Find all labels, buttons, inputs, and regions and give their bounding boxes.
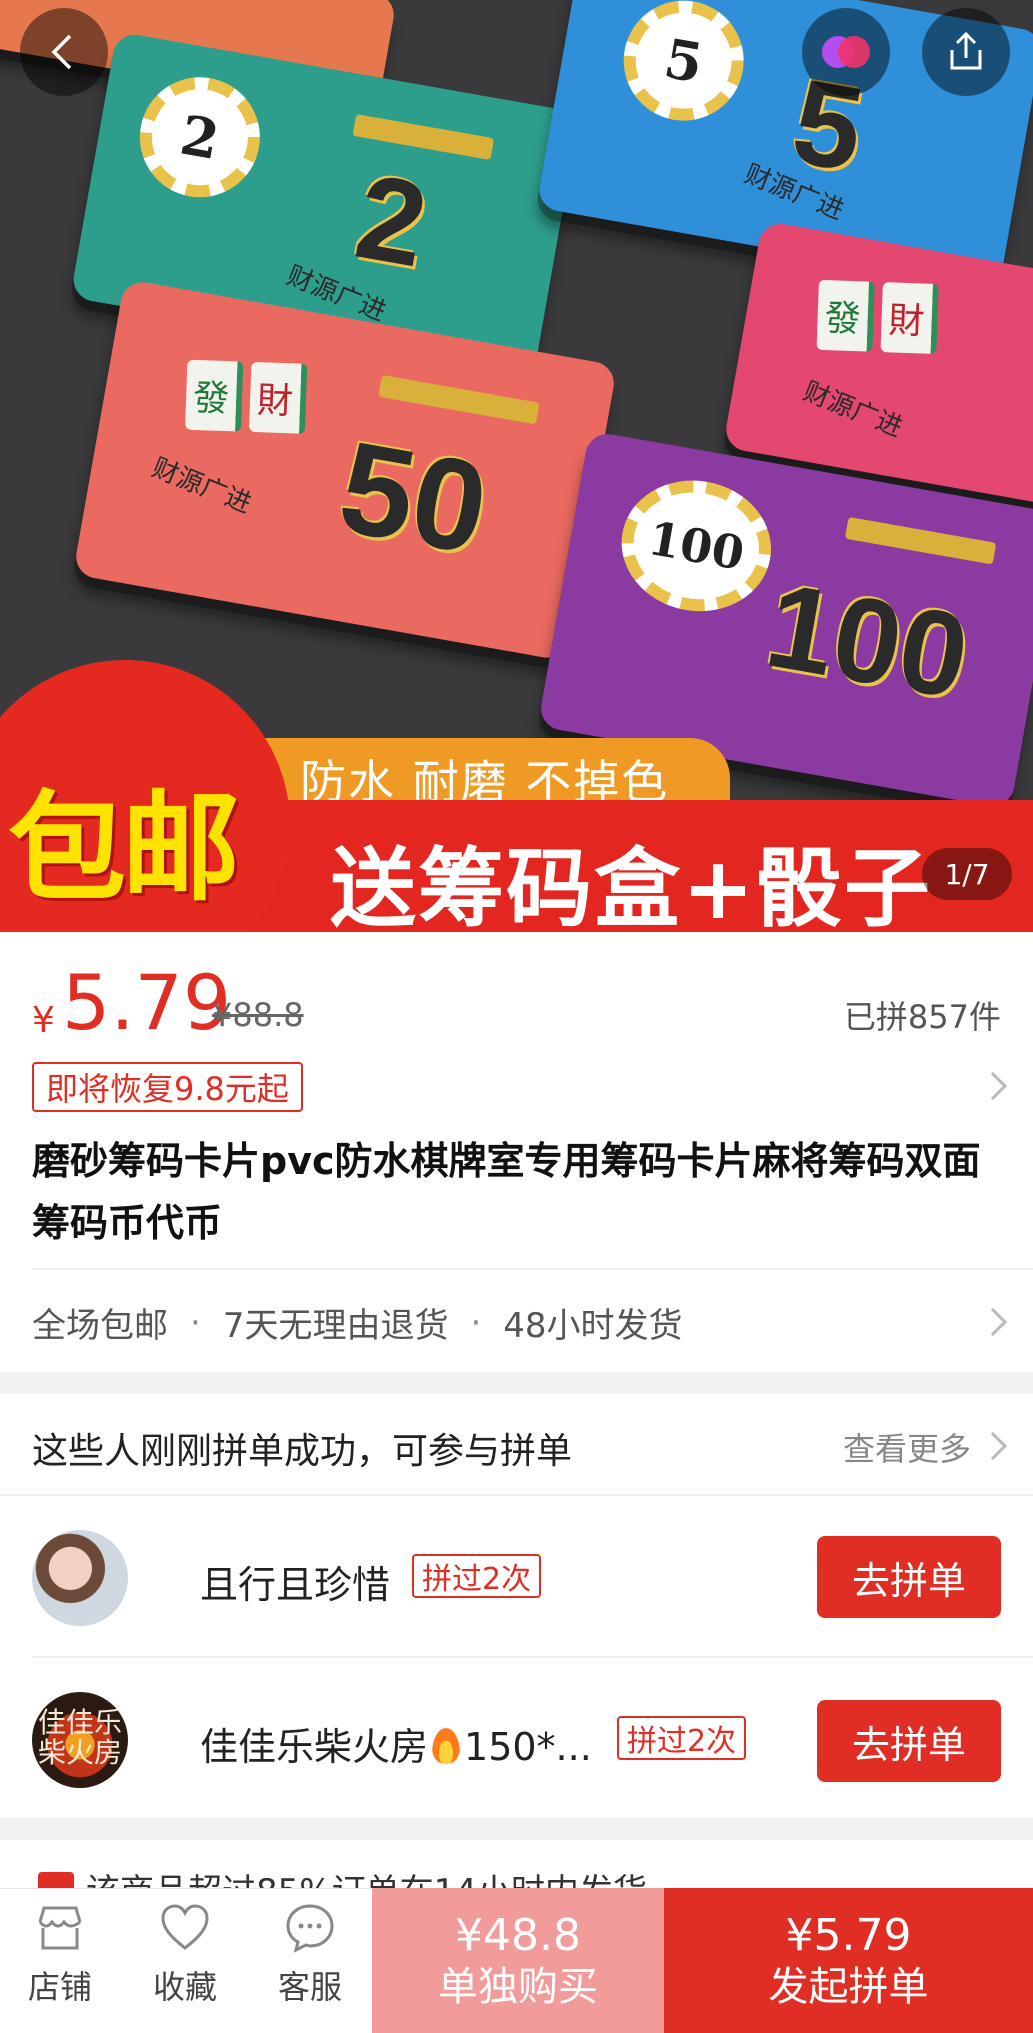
back-button[interactable] <box>20 8 108 96</box>
favorite-label: 收藏 <box>152 1968 217 2006</box>
mahjong-tile: 財 <box>880 282 939 354</box>
divider <box>0 1494 1033 1496</box>
buy-alone-label: 单独购买 <box>438 1963 598 2010</box>
back-arrow-icon <box>51 34 72 70</box>
favorite-button[interactable]: 收藏 <box>130 1900 240 2020</box>
service-separator: · <box>470 1302 482 1343</box>
join-group-button[interactable]: 去拼单 <box>817 1700 1001 1782</box>
join-group-button[interactable]: 去拼单 <box>817 1536 1001 1618</box>
share-icon <box>950 31 982 70</box>
chip-token-5: 5 <box>614 0 754 131</box>
divider <box>32 1268 1033 1270</box>
crown-decoration <box>844 516 997 565</box>
group-buy-label: 发起拼单 <box>768 1963 929 2010</box>
see-more-link[interactable]: 查看更多 <box>843 1424 971 1470</box>
chip-token-2: 2 <box>130 67 270 207</box>
card-value-2: 2 <box>347 149 437 293</box>
mahjong-tile: 財 <box>248 361 308 434</box>
crown-decoration <box>378 374 540 425</box>
group-member-name: 且行且珍惜 <box>200 1563 391 1607</box>
card-slogan: 财源广进 <box>147 452 256 520</box>
group-count-tag: 拼过2次 <box>617 1716 747 1760</box>
store-icon <box>38 1906 82 1950</box>
service-item: 全场包邮 <box>32 1306 168 1346</box>
service-guarantees[interactable]: 全场包邮 · 7天无理由退货 · 48小时发货 <box>32 1298 683 1347</box>
banner-main-text: 送筹码盒+骰子 <box>330 839 933 932</box>
image-counter: 1/7 <box>922 848 1012 900</box>
service-separator: · <box>190 1302 201 1343</box>
store-button[interactable]: 店铺 <box>5 1900 115 2020</box>
mahjong-tile: 發 <box>185 359 244 432</box>
service-item: 48小时发货 <box>503 1306 683 1346</box>
price-restore-tag[interactable]: 即将恢复9.8元起 <box>32 1062 303 1112</box>
buy-alone-button[interactable]: ¥48.8 单独购买 <box>372 1888 664 2033</box>
fire-icon <box>432 1728 461 1764</box>
service-item: 7天无理由退货 <box>222 1306 449 1346</box>
card-value-50: 50 <box>329 412 498 582</box>
share-button[interactable] <box>922 8 1010 96</box>
app-logo-button[interactable] <box>802 8 890 96</box>
free-shipping-badge-text: 包邮 <box>8 779 240 917</box>
avatar <box>32 1530 128 1626</box>
mahjong-tile: 發 <box>816 279 875 352</box>
card-value-100: 100 <box>757 557 978 725</box>
sold-count: 已拼857件 <box>843 998 1001 1036</box>
avatar-text: 佳佳乐柴火房 <box>38 1706 123 1769</box>
product-image-carousel[interactable]: 2 2 财源广进 5 5 财源广进 發 財 财源广进 發 財 财源广进 50 1… <box>0 0 1033 932</box>
group-buy-header: 这些人刚刚拼单成功，可参与拼单 <box>32 1431 573 1472</box>
start-group-buy-button[interactable]: ¥5.79 发起拼单 <box>664 1888 1033 2033</box>
group-count-tag: 拼过2次 <box>412 1554 542 1598</box>
original-price: ¥88.8 <box>212 996 304 1034</box>
card-slogan: 财源广进 <box>798 376 907 444</box>
product-title: 磨砂筹码卡片pvc防水棋牌室专用筹码卡片麻将筹码双面筹码币代币 <box>32 1139 981 1245</box>
current-price: 5.79 <box>62 958 232 1047</box>
divider <box>32 1656 1033 1658</box>
group-buy-price: ¥5.79 <box>785 1909 912 1961</box>
group-member-name: 佳佳乐柴火房 150*... <box>200 1725 592 1769</box>
chip-token-100: 100 <box>611 468 782 623</box>
currency-symbol: ¥ <box>32 1000 55 1041</box>
app-logo-icon <box>822 36 870 68</box>
chat-icon <box>286 1904 334 1953</box>
customer-service-label: 客服 <box>277 1968 342 2006</box>
store-label: 店铺 <box>27 1968 92 2006</box>
buy-alone-price: ¥48.8 <box>455 1909 581 1961</box>
avatar: 佳佳乐柴火房 <box>32 1692 128 1788</box>
heart-icon <box>161 1904 209 1950</box>
customer-service-button[interactable]: 客服 <box>255 1900 365 2020</box>
